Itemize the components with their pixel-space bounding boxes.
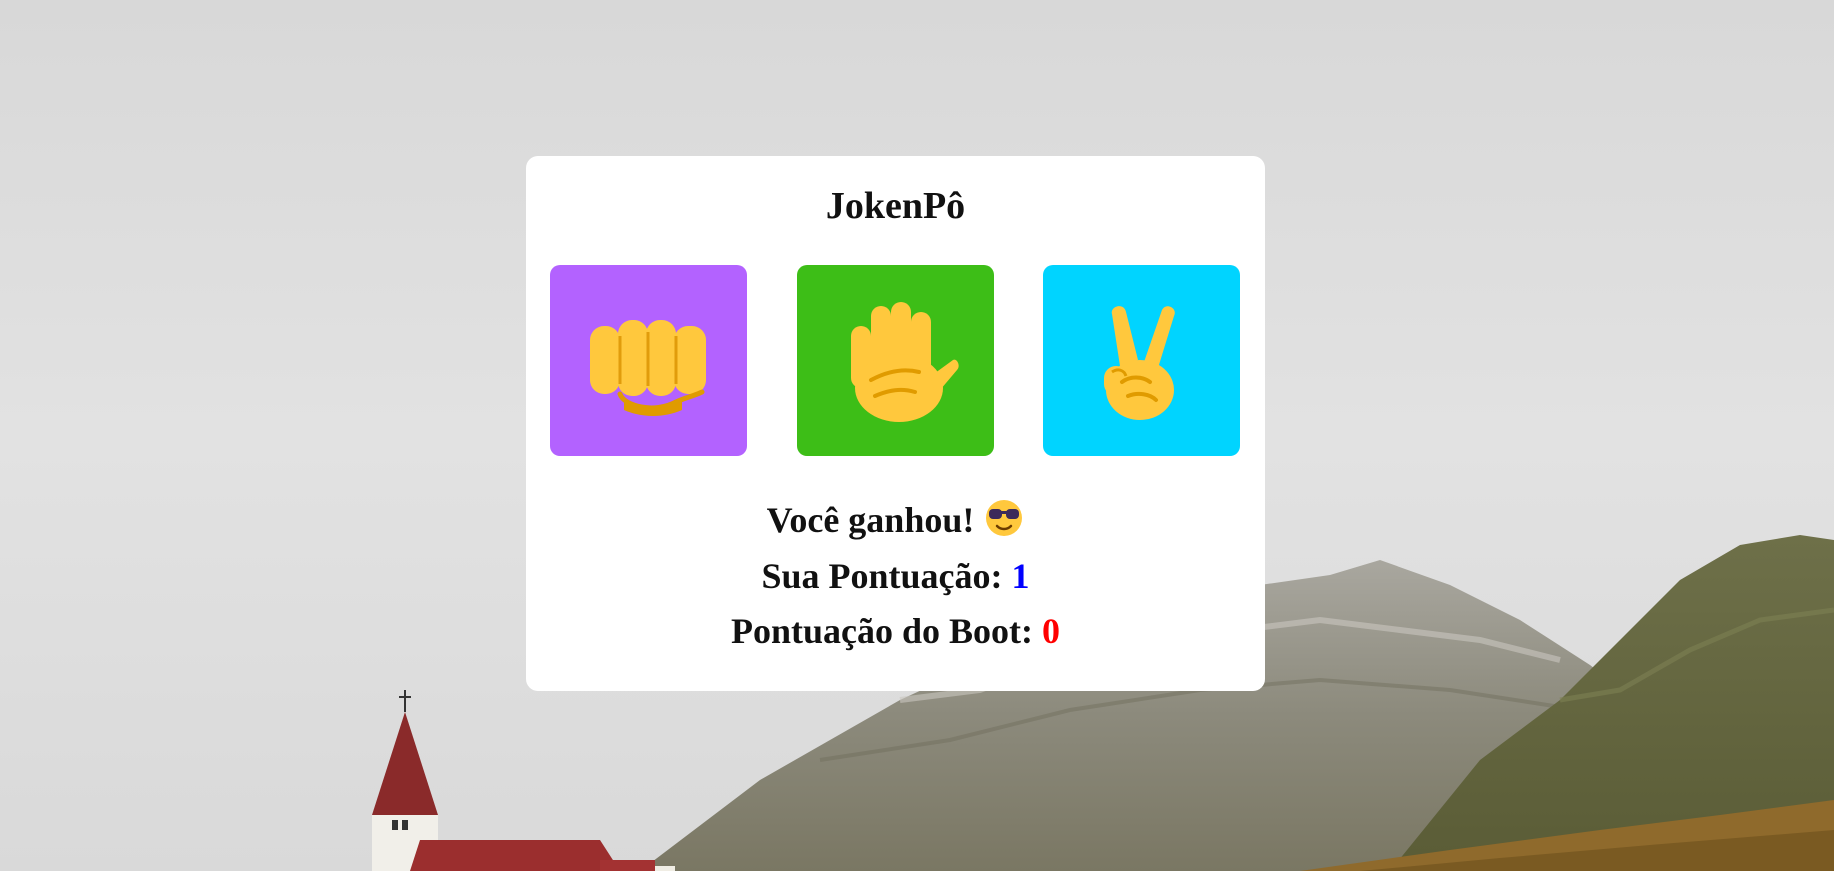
game-title: JokenPô bbox=[825, 185, 966, 227]
game-card: JokenPô Você ganhou! Sua Pontuação: 1 Po… bbox=[526, 156, 1265, 691]
fist-icon bbox=[589, 319, 706, 416]
open-hand-icon bbox=[850, 301, 959, 422]
scissors-button[interactable] bbox=[1043, 265, 1240, 456]
bot-score-label: Pontuação do Boot: bbox=[730, 611, 1033, 651]
smiling-face-with-sunglasses-icon bbox=[984, 498, 1024, 547]
result-message: Você ganhou! bbox=[526, 498, 1265, 547]
rock-button[interactable] bbox=[550, 265, 747, 456]
paper-button[interactable] bbox=[797, 265, 994, 456]
bot-score: Pontuação do Boot: 0 bbox=[526, 610, 1265, 652]
player-score: Sua Pontuação: 1 bbox=[526, 555, 1265, 597]
result-text: Você ganhou! bbox=[766, 500, 975, 540]
victory-hand-icon bbox=[1103, 305, 1175, 420]
player-score-label: Sua Pontuação: bbox=[761, 556, 1003, 596]
player-score-value: 1 bbox=[1011, 556, 1030, 596]
bot-score-value: 0 bbox=[1042, 611, 1060, 651]
